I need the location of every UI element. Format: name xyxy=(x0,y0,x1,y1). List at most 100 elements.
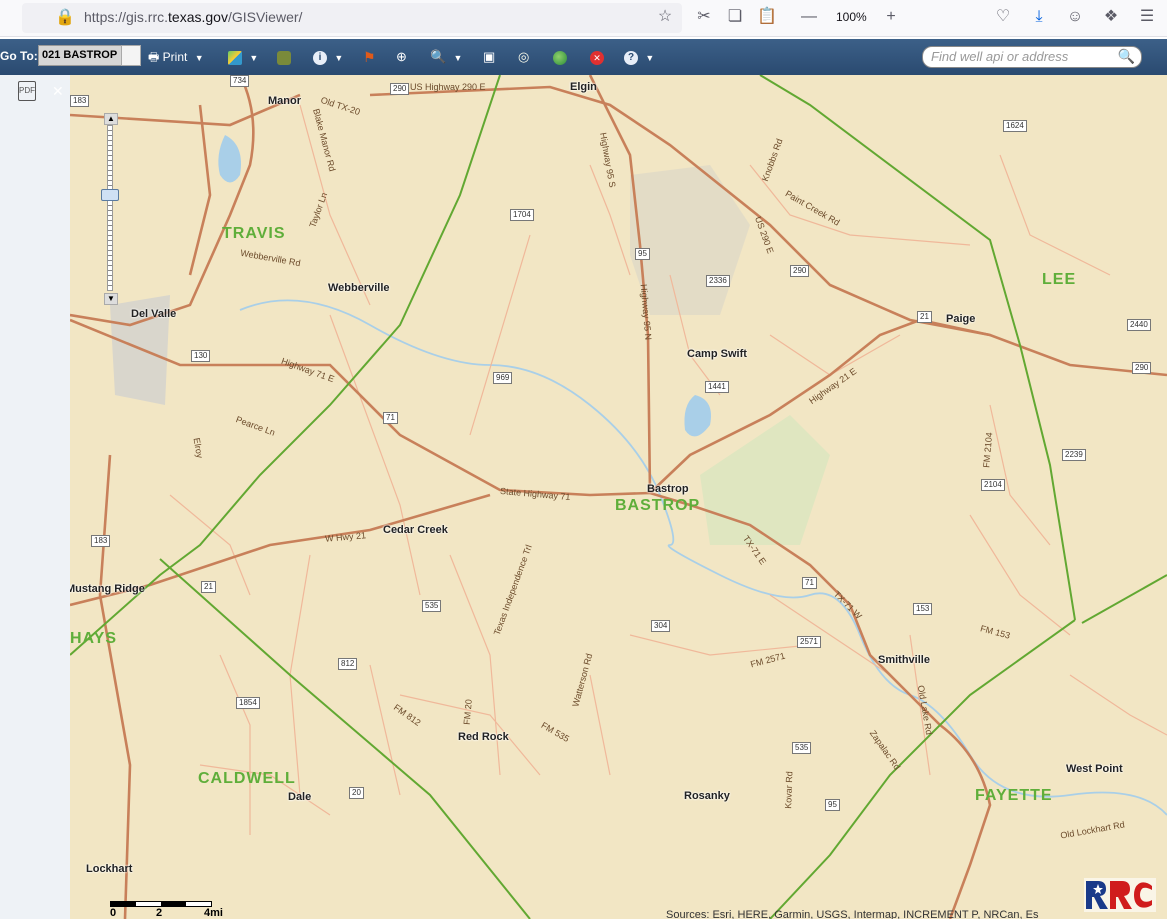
place-label: Webberville xyxy=(328,282,390,294)
search-input[interactable]: Find well api or address 🔍 xyxy=(922,46,1142,68)
road-label: US Highway 290 E xyxy=(410,82,486,92)
flag-icon: ⚑ xyxy=(363,49,376,65)
route-shield: 2571 xyxy=(797,636,821,648)
map-view[interactable]: TRAVIS BASTROP LEE CALDWELL FAYETTE HAYS… xyxy=(70,75,1167,919)
route-shield: 290 xyxy=(1132,362,1152,374)
place-label: Lockhart xyxy=(86,863,133,875)
pocket-icon[interactable]: ♡ xyxy=(992,6,1014,28)
crosshair-icon: ⊕ xyxy=(396,49,407,64)
globe-button[interactable] xyxy=(553,47,567,67)
chevron-down-icon: ▼ xyxy=(645,53,655,63)
route-shield: 812 xyxy=(338,658,358,670)
zoom-slider[interactable]: ▲ ▼ xyxy=(101,113,119,305)
place-label: Cedar Creek xyxy=(383,524,448,536)
print-label: Print xyxy=(162,50,188,64)
basemap-button[interactable]: ▼ xyxy=(228,47,258,67)
clear-button[interactable]: ✕ xyxy=(590,47,604,67)
route-shield: 20 xyxy=(349,787,364,799)
goto-input[interactable]: 021 BASTROP xyxy=(38,45,125,66)
zoom-level[interactable]: 100% xyxy=(836,10,867,24)
bookmark-star-icon[interactable]: ☆ xyxy=(654,6,676,28)
route-shield: 535 xyxy=(792,742,812,754)
zoom-out-button[interactable]: ▼ xyxy=(104,293,118,305)
attribution: Sources: Esri, HERE, Garmin, USGS, Inter… xyxy=(666,909,1039,919)
extensions-icon[interactable]: ❖ xyxy=(1100,6,1122,28)
route-shield: 95 xyxy=(635,248,650,260)
cut-icon[interactable]: ✂ xyxy=(693,6,715,28)
zoom-in-icon[interactable]: + xyxy=(880,6,902,28)
route-shield: 304 xyxy=(651,620,671,632)
place-label: Paige xyxy=(946,313,976,325)
gps-button[interactable]: ◎ xyxy=(518,47,529,67)
search-icon[interactable]: 🔍 xyxy=(1118,48,1135,65)
place-label: Smithville xyxy=(878,654,930,666)
place-label: Bastrop xyxy=(647,483,689,495)
place-label: Camp Swift xyxy=(687,348,747,360)
scale-bar: 0 2 4mi xyxy=(110,901,223,919)
zoom-in-button[interactable]: ▲ xyxy=(104,113,118,125)
county-label: HAYS xyxy=(70,630,117,647)
route-shield: 153 xyxy=(913,603,933,615)
chevron-down-icon: ▼ xyxy=(249,53,259,63)
full-extent-button[interactable]: ▣ xyxy=(483,47,495,67)
layers-button[interactable] xyxy=(277,47,291,67)
county-label: LEE xyxy=(1042,271,1077,288)
zoom-tool-button[interactable]: 🔍 ▼ xyxy=(430,47,462,67)
place-label: Del Valle xyxy=(131,308,177,320)
route-shield: 21 xyxy=(201,581,216,593)
printer-icon: 🖶 xyxy=(148,50,160,64)
route-shield: 183 xyxy=(91,535,111,547)
route-shield: 71 xyxy=(802,577,817,589)
lock-icon: 🔒 xyxy=(55,9,75,26)
zoom-track[interactable] xyxy=(107,125,113,291)
target-icon: ◎ xyxy=(518,49,530,64)
route-shield: 95 xyxy=(825,799,840,811)
full-extent-icon: ▣ xyxy=(483,49,496,64)
zoom-handle[interactable] xyxy=(101,189,119,201)
paste-icon[interactable]: 📋 xyxy=(756,6,778,28)
route-shield: 734 xyxy=(230,75,250,87)
account-icon[interactable]: ☺ xyxy=(1064,6,1086,28)
route-shield: 290 xyxy=(390,83,410,95)
pdf-icon[interactable]: PDF xyxy=(18,81,36,101)
url-bar[interactable]: 🔒 https://gis.rrc.texas.gov/GISViewer/ xyxy=(22,3,682,33)
chevron-down-icon: ▼ xyxy=(194,53,204,63)
county-label: CALDWELL xyxy=(198,770,296,787)
goto-button[interactable] xyxy=(121,45,141,66)
url-text: https://gis.rrc.texas.gov/GISViewer/ xyxy=(84,9,303,25)
route-shield: 1441 xyxy=(705,381,729,393)
place-label: Manor xyxy=(268,95,301,107)
clear-icon: ✕ xyxy=(590,50,604,65)
menu-icon[interactable]: ☰ xyxy=(1136,6,1158,28)
route-shield: 130 xyxy=(191,350,211,362)
app-toolbar: Go To: 021 BASTROP 🖶 Print ▼ ▼ i ▼ ⚑ ⊕ 🔍… xyxy=(0,39,1167,75)
place-label: Rosanky xyxy=(684,790,730,802)
identify-button[interactable]: i ▼ xyxy=(313,47,343,67)
rrc-logo-graphic xyxy=(1084,878,1156,912)
route-shield: 969 xyxy=(493,372,513,384)
scale-label: 4mi xyxy=(204,907,223,919)
county-label: TRAVIS xyxy=(222,225,286,242)
copy-icon[interactable]: ❏ xyxy=(724,6,746,28)
county-label: BASTROP xyxy=(615,497,701,514)
magnifier-icon: 🔍 xyxy=(430,49,447,64)
route-shield: 2440 xyxy=(1127,319,1151,331)
flag-button[interactable]: ⚑ xyxy=(363,47,376,67)
place-label: Dale xyxy=(288,791,312,803)
download-icon[interactable]: ⤓ xyxy=(1028,6,1050,28)
chevron-down-icon: ▼ xyxy=(453,53,463,63)
route-shield: 290 xyxy=(790,265,810,277)
zoom-out-icon[interactable]: — xyxy=(798,6,820,28)
scale-label: 0 xyxy=(110,907,117,919)
layers-icon xyxy=(277,50,291,65)
route-shield: 535 xyxy=(422,600,442,612)
place-label: West Point xyxy=(1066,763,1123,775)
search-placeholder: Find well api or address xyxy=(931,49,1069,64)
place-label: Elgin xyxy=(570,81,597,93)
help-button[interactable]: ? ▼ xyxy=(624,47,654,67)
print-button[interactable]: 🖶 Print ▼ xyxy=(148,47,204,67)
locate-button[interactable]: ⊕ xyxy=(396,47,407,67)
route-shield: 2104 xyxy=(981,479,1005,491)
close-icon[interactable]: ✕ xyxy=(52,83,64,100)
help-icon: ? xyxy=(624,50,638,65)
